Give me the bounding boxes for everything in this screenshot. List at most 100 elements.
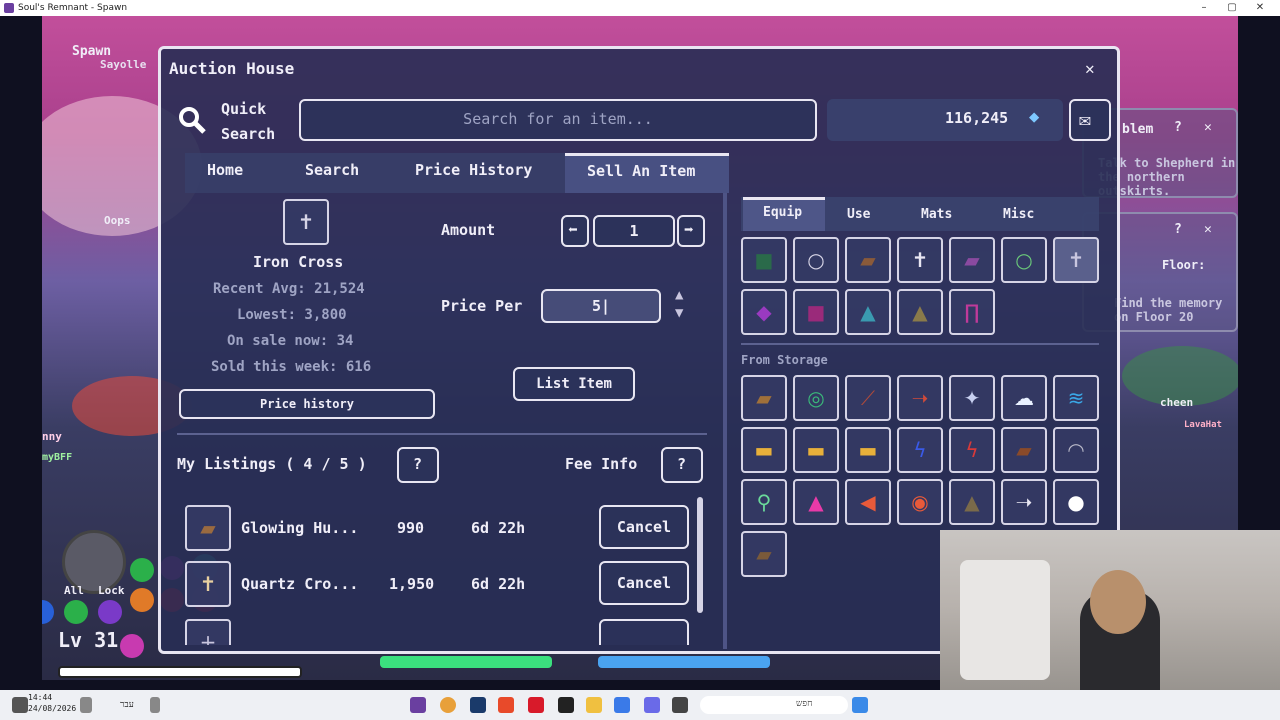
inventory-slot-selected[interactable]: ✝ bbox=[1053, 237, 1099, 283]
inventory-slot[interactable]: ○ bbox=[1001, 237, 1047, 283]
storage-slot[interactable]: ◉ bbox=[897, 479, 943, 525]
inventory-slot[interactable]: ▰ bbox=[949, 237, 995, 283]
close-window-button[interactable]: ✕ bbox=[1246, 0, 1274, 16]
maximize-button[interactable]: ▢ bbox=[1218, 0, 1246, 16]
netflix-icon[interactable] bbox=[528, 697, 544, 713]
taskbar-search[interactable]: חפש bbox=[700, 696, 848, 714]
arrow-down-icon[interactable] bbox=[42, 600, 54, 624]
language-indicator[interactable]: עבר bbox=[120, 699, 134, 710]
storage-slot[interactable]: ≋ bbox=[1053, 375, 1099, 421]
price-input[interactable]: 5| bbox=[541, 289, 661, 323]
storage-slot[interactable]: ➝ bbox=[897, 375, 943, 421]
amount-increase-button[interactable]: ➡ bbox=[677, 215, 705, 247]
photos-icon[interactable] bbox=[614, 697, 630, 713]
tab-mats[interactable]: Mats bbox=[921, 207, 952, 222]
tab-price-history[interactable]: Price History bbox=[415, 161, 532, 179]
plus-icon: + bbox=[199, 630, 217, 645]
storage-slot[interactable]: ϟ bbox=[949, 427, 995, 473]
close-panel-button[interactable]: ✕ bbox=[1085, 59, 1095, 78]
game-app-icon[interactable] bbox=[410, 697, 426, 713]
amount-field[interactable]: 1 bbox=[593, 215, 675, 247]
boot-icon: ▰ bbox=[860, 248, 876, 272]
boot-icon: ▰ bbox=[1016, 438, 1032, 462]
help-icon[interactable]: ? bbox=[1174, 222, 1182, 237]
inventory-slot[interactable]: ▲ bbox=[845, 289, 891, 335]
listings-scrollbar[interactable] bbox=[697, 497, 703, 613]
cancel-button[interactable]: Cancel bbox=[599, 561, 689, 605]
inventory-slot[interactable]: ■ bbox=[741, 237, 787, 283]
inventory-slot[interactable]: ▰ bbox=[845, 237, 891, 283]
arrow-right-icon[interactable] bbox=[98, 600, 122, 624]
item-slot[interactable]: ✝ bbox=[185, 561, 231, 607]
storage-slot[interactable]: ϟ bbox=[897, 427, 943, 473]
tab-misc[interactable]: Misc bbox=[1003, 207, 1034, 222]
taskbar-search-label: חפש bbox=[796, 699, 813, 709]
price-down-icon[interactable]: ▼ bbox=[675, 305, 683, 321]
weather-icon[interactable] bbox=[12, 697, 28, 713]
steam-icon[interactable] bbox=[470, 697, 486, 713]
chatgpt-icon[interactable] bbox=[558, 697, 574, 713]
inventory-slot[interactable]: ■ bbox=[793, 289, 839, 335]
storage-slot[interactable]: ▰ bbox=[1001, 427, 1047, 473]
inventory-slot[interactable]: ∏ bbox=[949, 289, 995, 335]
button-label: Cancel bbox=[616, 574, 672, 592]
inventory-slot[interactable]: ✝ bbox=[897, 237, 943, 283]
storage-slot[interactable]: ▬ bbox=[793, 427, 839, 473]
search-input[interactable]: Search for an item... bbox=[299, 99, 817, 141]
listings-list[interactable]: ▰ Glowing Hu... 990 6d 22h Cancel ✝ Quar… bbox=[185, 495, 705, 645]
storage-slot[interactable]: ✦ bbox=[949, 375, 995, 421]
minimize-button[interactable]: – bbox=[1190, 0, 1218, 16]
windows-start-icon[interactable] bbox=[852, 697, 868, 713]
price-history-button[interactable]: Price history bbox=[179, 389, 435, 419]
storage-slot[interactable]: ◎ bbox=[793, 375, 839, 421]
arrow-down-icon[interactable] bbox=[64, 600, 88, 624]
storage-slot[interactable]: ⚲ bbox=[741, 479, 787, 525]
cancel-button[interactable] bbox=[599, 619, 689, 645]
storage-slot[interactable]: ▲ bbox=[793, 479, 839, 525]
storage-slot[interactable]: ● bbox=[1053, 479, 1099, 525]
storage-slot[interactable]: ▬ bbox=[845, 427, 891, 473]
action-button-orange[interactable] bbox=[130, 588, 154, 612]
discord-icon[interactable] bbox=[644, 697, 660, 713]
item-slot-selected[interactable]: ✝ bbox=[283, 199, 329, 245]
terminal-icon[interactable] bbox=[672, 697, 688, 713]
mail-button[interactable]: ✉ bbox=[1069, 99, 1111, 141]
item-slot[interactable]: ▰ bbox=[185, 505, 231, 551]
tab-use[interactable]: Use bbox=[847, 207, 870, 222]
mic-icon[interactable] bbox=[150, 697, 160, 713]
player-name: Oops bbox=[104, 214, 131, 227]
listings-help-button[interactable]: ? bbox=[397, 447, 439, 483]
storage-slot[interactable]: ⟋ bbox=[845, 375, 891, 421]
storage-slot[interactable]: ◠ bbox=[1053, 427, 1099, 473]
storage-slot[interactable]: ▰ bbox=[741, 531, 787, 577]
cancel-button[interactable]: Cancel bbox=[599, 505, 689, 549]
storage-slot[interactable]: ▬ bbox=[741, 427, 787, 473]
amount-decrease-button[interactable]: ⬅ bbox=[561, 215, 589, 247]
storage-slot[interactable]: ▲ bbox=[949, 479, 995, 525]
inventory-slot[interactable]: ▲ bbox=[897, 289, 943, 335]
list-item: + bbox=[185, 619, 705, 645]
volume-icon[interactable] bbox=[80, 697, 92, 713]
inventory-slot[interactable]: ◆ bbox=[741, 289, 787, 335]
tab-sell-an-item[interactable]: Sell An Item bbox=[565, 153, 729, 193]
price-up-icon[interactable]: ▲ bbox=[675, 287, 683, 303]
folder-icon[interactable] bbox=[586, 697, 602, 713]
item-slot[interactable]: + bbox=[185, 619, 231, 645]
tab-equip[interactable]: Equip bbox=[743, 197, 825, 231]
close-icon[interactable]: ✕ bbox=[1204, 222, 1212, 237]
help-icon[interactable]: ? bbox=[1174, 120, 1182, 135]
brave-icon[interactable] bbox=[498, 697, 514, 713]
chrome-icon[interactable] bbox=[440, 697, 456, 713]
storage-slot[interactable]: ◀ bbox=[845, 479, 891, 525]
inventory-slot[interactable]: ○ bbox=[793, 237, 839, 283]
action-button-green[interactable] bbox=[130, 558, 154, 582]
arrow-up-icon[interactable] bbox=[120, 634, 144, 658]
fee-info-help-button[interactable]: ? bbox=[661, 447, 703, 483]
storage-slot[interactable]: ☁ bbox=[1001, 375, 1047, 421]
list-item-button[interactable]: List Item bbox=[513, 367, 635, 401]
tab-search[interactable]: Search bbox=[305, 161, 359, 179]
tab-home[interactable]: Home bbox=[207, 161, 243, 179]
close-icon[interactable]: ✕ bbox=[1204, 120, 1212, 135]
storage-slot[interactable]: ▰ bbox=[741, 375, 787, 421]
storage-slot[interactable]: ➝ bbox=[1001, 479, 1047, 525]
